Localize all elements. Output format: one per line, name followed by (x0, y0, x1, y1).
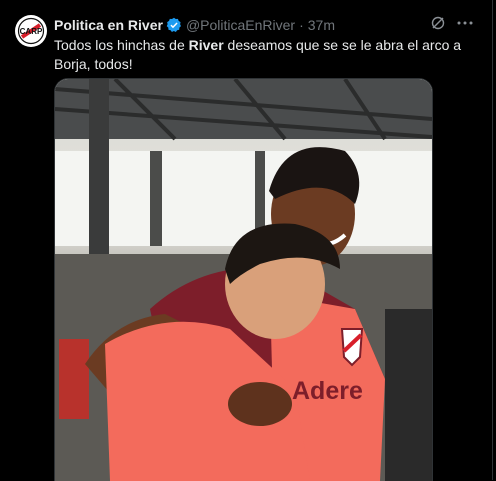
tweet-header: Politica en River @PoliticaEnRiver · 37m (54, 15, 335, 35)
svg-text:CARP: CARP (20, 27, 43, 36)
tweet-text-part-1: Todos los hinchas de (54, 37, 189, 53)
tweet-text: Todos los hinchas de River deseamos que … (54, 36, 474, 74)
tweet-text-bold: River (188, 37, 224, 53)
players-hug-photo: Adere (55, 79, 432, 481)
verified-badge-icon (166, 17, 182, 33)
timestamp[interactable]: 37m (308, 17, 335, 33)
tweet-actions (430, 15, 474, 36)
avatar[interactable]: CARP (15, 15, 47, 47)
sponsor-text: Adere (292, 377, 363, 405)
author-handle[interactable]: @PoliticaEnRiver (186, 17, 295, 33)
more-icon[interactable] (456, 15, 474, 36)
separator-dot: · (299, 17, 304, 33)
grok-icon[interactable] (430, 15, 446, 36)
author-name[interactable]: Politica en River (54, 17, 163, 33)
river-plate-logo: CARP (15, 15, 47, 47)
tweet-media-photo[interactable]: Adere (54, 78, 433, 481)
column-divider (492, 0, 493, 480)
tweet[interactable]: CARP Politica en River @PoliticaEnRiver … (0, 0, 496, 481)
